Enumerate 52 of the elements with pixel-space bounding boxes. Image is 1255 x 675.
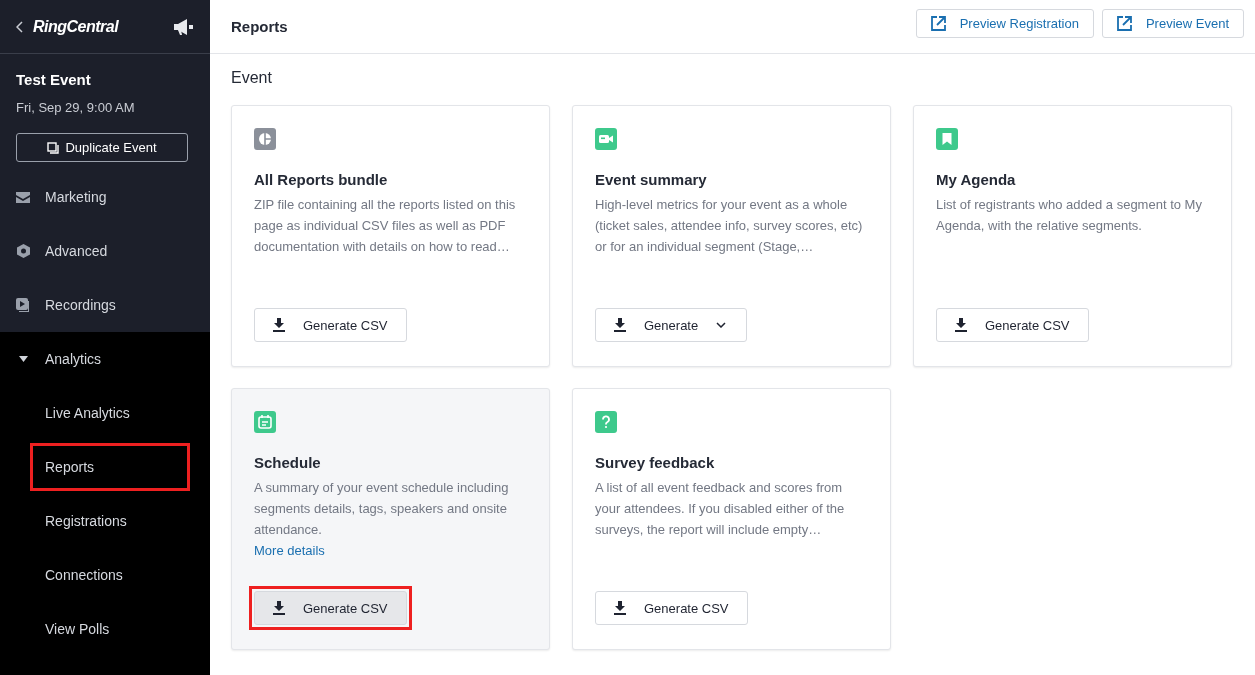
section-title: Event: [230, 68, 273, 87]
generate-button[interactable]: Generate CSV: [936, 308, 1089, 342]
page-title: Reports: [231, 18, 289, 35]
generate-button[interactable]: Generate: [595, 308, 747, 342]
more-details-link[interactable]: More details: [254, 540, 325, 561]
logo: RingCentral: [33, 17, 120, 36]
preview-button[interactable]: Preview Registration: [915, 9, 1094, 38]
card-title: Survey feedback: [595, 454, 716, 471]
download-icon: [614, 601, 626, 615]
card-description: List of registrants who added a segment to My Agenda, with the relative segments.: [936, 196, 1203, 235]
duplicate-event-button[interactable]: Duplicate Event: [16, 133, 188, 162]
back-chevron-icon[interactable]: [16, 20, 23, 33]
nav-item[interactable]: Analytics: [0, 332, 210, 386]
chevron-down-icon: [716, 322, 727, 328]
download-icon: [273, 601, 285, 615]
copy-icon: [47, 141, 60, 154]
download-icon: [955, 318, 967, 332]
download-icon: [614, 318, 626, 332]
event-date: Fri, Sep 29, 9:00 AM: [16, 100, 136, 115]
nav-item[interactable]: Marketing: [0, 170, 210, 224]
card-title: Event summary: [595, 171, 708, 188]
calendar-icon: [254, 411, 276, 433]
nav-subitem[interactable]: Reports: [30, 443, 190, 491]
card-title: My Agenda: [936, 171, 1017, 188]
card-description: ZIP file containing all the reports listed on this page as individual CSV files as well as PDF documentation with details on how to read…: [254, 196, 517, 256]
external-link-icon: [930, 16, 946, 31]
generate-button[interactable]: Generate CSV: [254, 308, 407, 342]
nav-item[interactable]: Advanced: [0, 224, 210, 278]
pie-chart-icon: [254, 128, 276, 150]
generate-button[interactable]: Generate CSV: [595, 591, 748, 625]
nav-subitem[interactable]: Live Analytics: [30, 389, 190, 437]
card-title: All Reports bundle: [254, 171, 389, 188]
megaphone-icon[interactable]: [174, 18, 194, 35]
generate-button[interactable]: Generate CSV: [254, 591, 407, 625]
video-camera-icon: [595, 128, 617, 150]
card-description: A summary of your event schedule including segments details, tags, speakers and onsite attendance.: [254, 479, 510, 539]
nav-subitem[interactable]: Registrations: [30, 497, 190, 545]
hexagon-nut-icon: [16, 244, 30, 258]
nav-subitem[interactable]: Connections: [30, 551, 190, 599]
preview-button[interactable]: Preview Event: [1101, 9, 1244, 38]
external-link-icon: [1116, 16, 1132, 31]
card-description: A list of all event feedback and scores from your attendees. If you disabled either of the surveys, the report will include empty…: [595, 479, 846, 539]
envelope-icon: [16, 191, 30, 203]
nav-item[interactable]: Recordings: [0, 278, 210, 332]
card-title: Schedule: [254, 454, 322, 471]
question-mark-icon: [595, 411, 617, 433]
bookmark-icon: [936, 128, 958, 150]
nav-subitem[interactable]: View Polls: [30, 605, 190, 653]
download-icon: [273, 318, 285, 332]
video-icon: [16, 298, 30, 312]
card-description: High-level metrics for your event as a whole (ticket sales, attendee info, survey scores, etc) or for an individual segment (Stage,…: [595, 196, 864, 256]
event-title: Test Event: [16, 71, 92, 88]
